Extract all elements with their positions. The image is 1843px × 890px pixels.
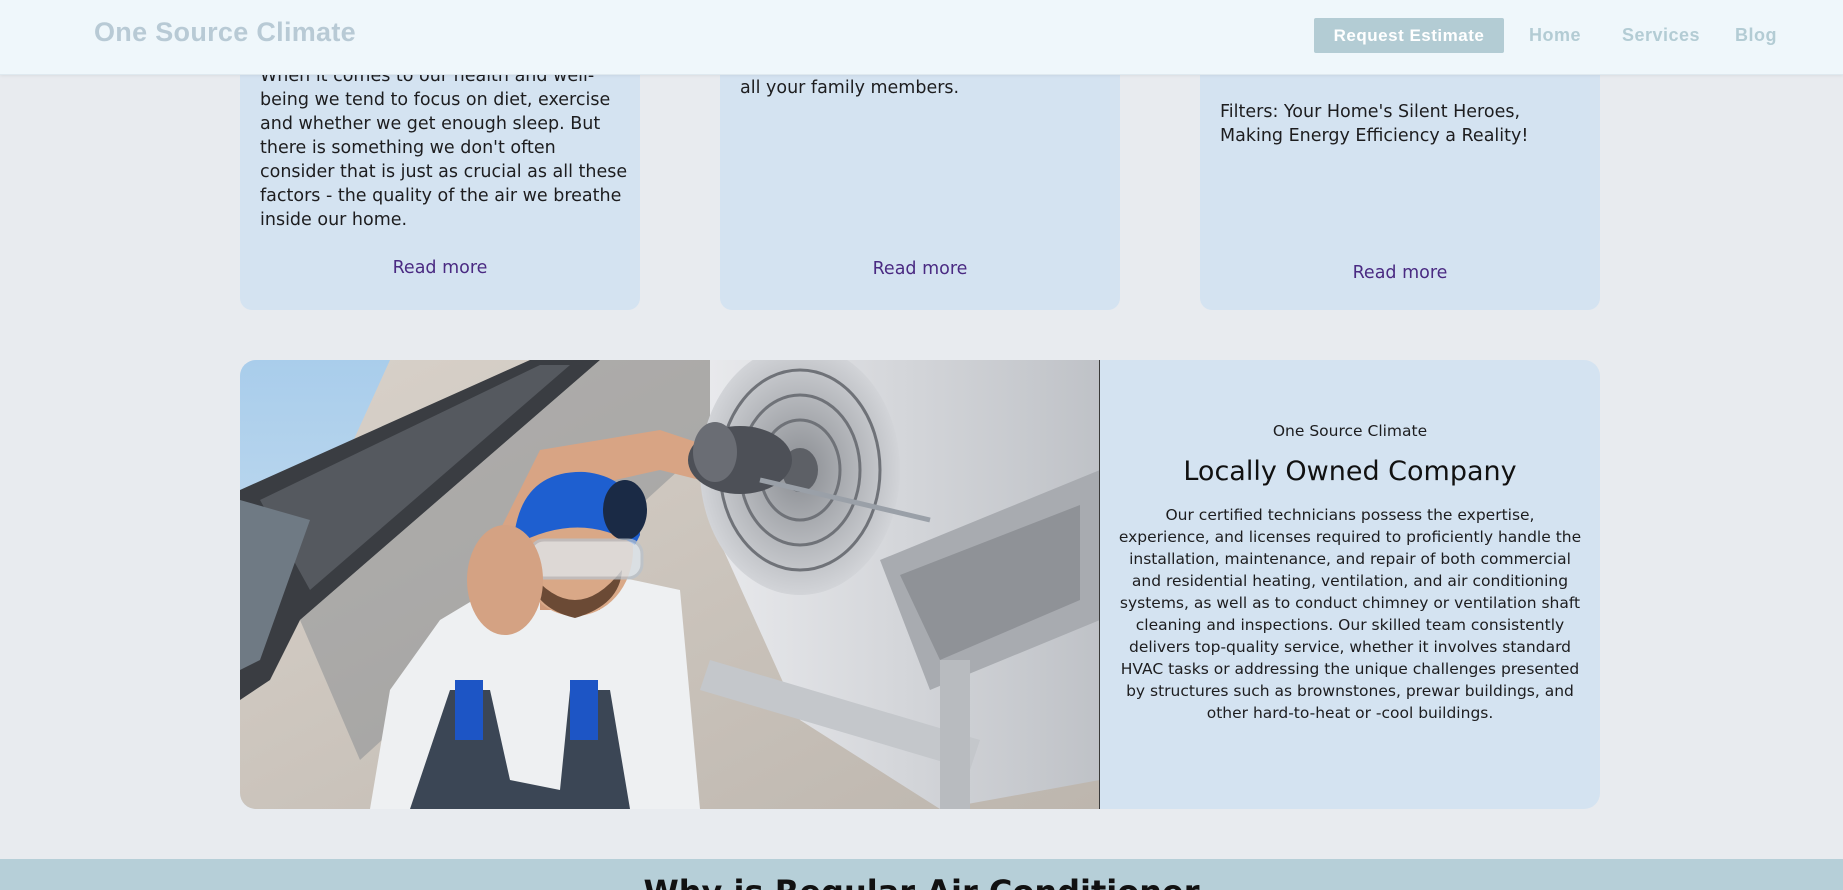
blog-card-excerpt: When it comes to our health and well-bei…: [260, 66, 628, 230]
nav-services-link[interactable]: Services: [1622, 18, 1700, 53]
info-band: Why is Regular Air Conditioner: [0, 859, 1843, 890]
site-header: One Source Climate Request Estimate Home…: [0, 0, 1843, 75]
blog-card-excerpt: Filters: Your Home's Silent Heroes, Maki…: [1220, 102, 1529, 146]
main-nav: Request Estimate Home Services Blog: [1243, 18, 1843, 53]
nav-home-link[interactable]: Home: [1529, 18, 1581, 53]
blog-card-excerpt: all your family members.: [740, 78, 960, 98]
read-more-link[interactable]: Read more: [1200, 263, 1600, 283]
section-heading: Why is Regular Air Conditioner: [0, 873, 1843, 890]
brand-logo[interactable]: One Source Climate: [94, 17, 356, 48]
nav-blog-link[interactable]: Blog: [1735, 18, 1777, 53]
feature-description: Our certified technicians possess the ex…: [1118, 506, 1582, 722]
feature-eyebrow: One Source Climate: [1272, 422, 1428, 440]
read-more-link[interactable]: Read more: [720, 259, 1120, 279]
feature-section: One Source Climate Locally Owned Company…: [240, 360, 1600, 809]
technician-photo: [240, 360, 1100, 809]
feature-copy: One Source Climate Locally Owned Company…: [1100, 360, 1600, 809]
request-estimate-button[interactable]: Request Estimate: [1314, 18, 1504, 53]
read-more-link[interactable]: Read more: [240, 258, 640, 278]
feature-title: Locally Owned Company: [1183, 456, 1517, 487]
